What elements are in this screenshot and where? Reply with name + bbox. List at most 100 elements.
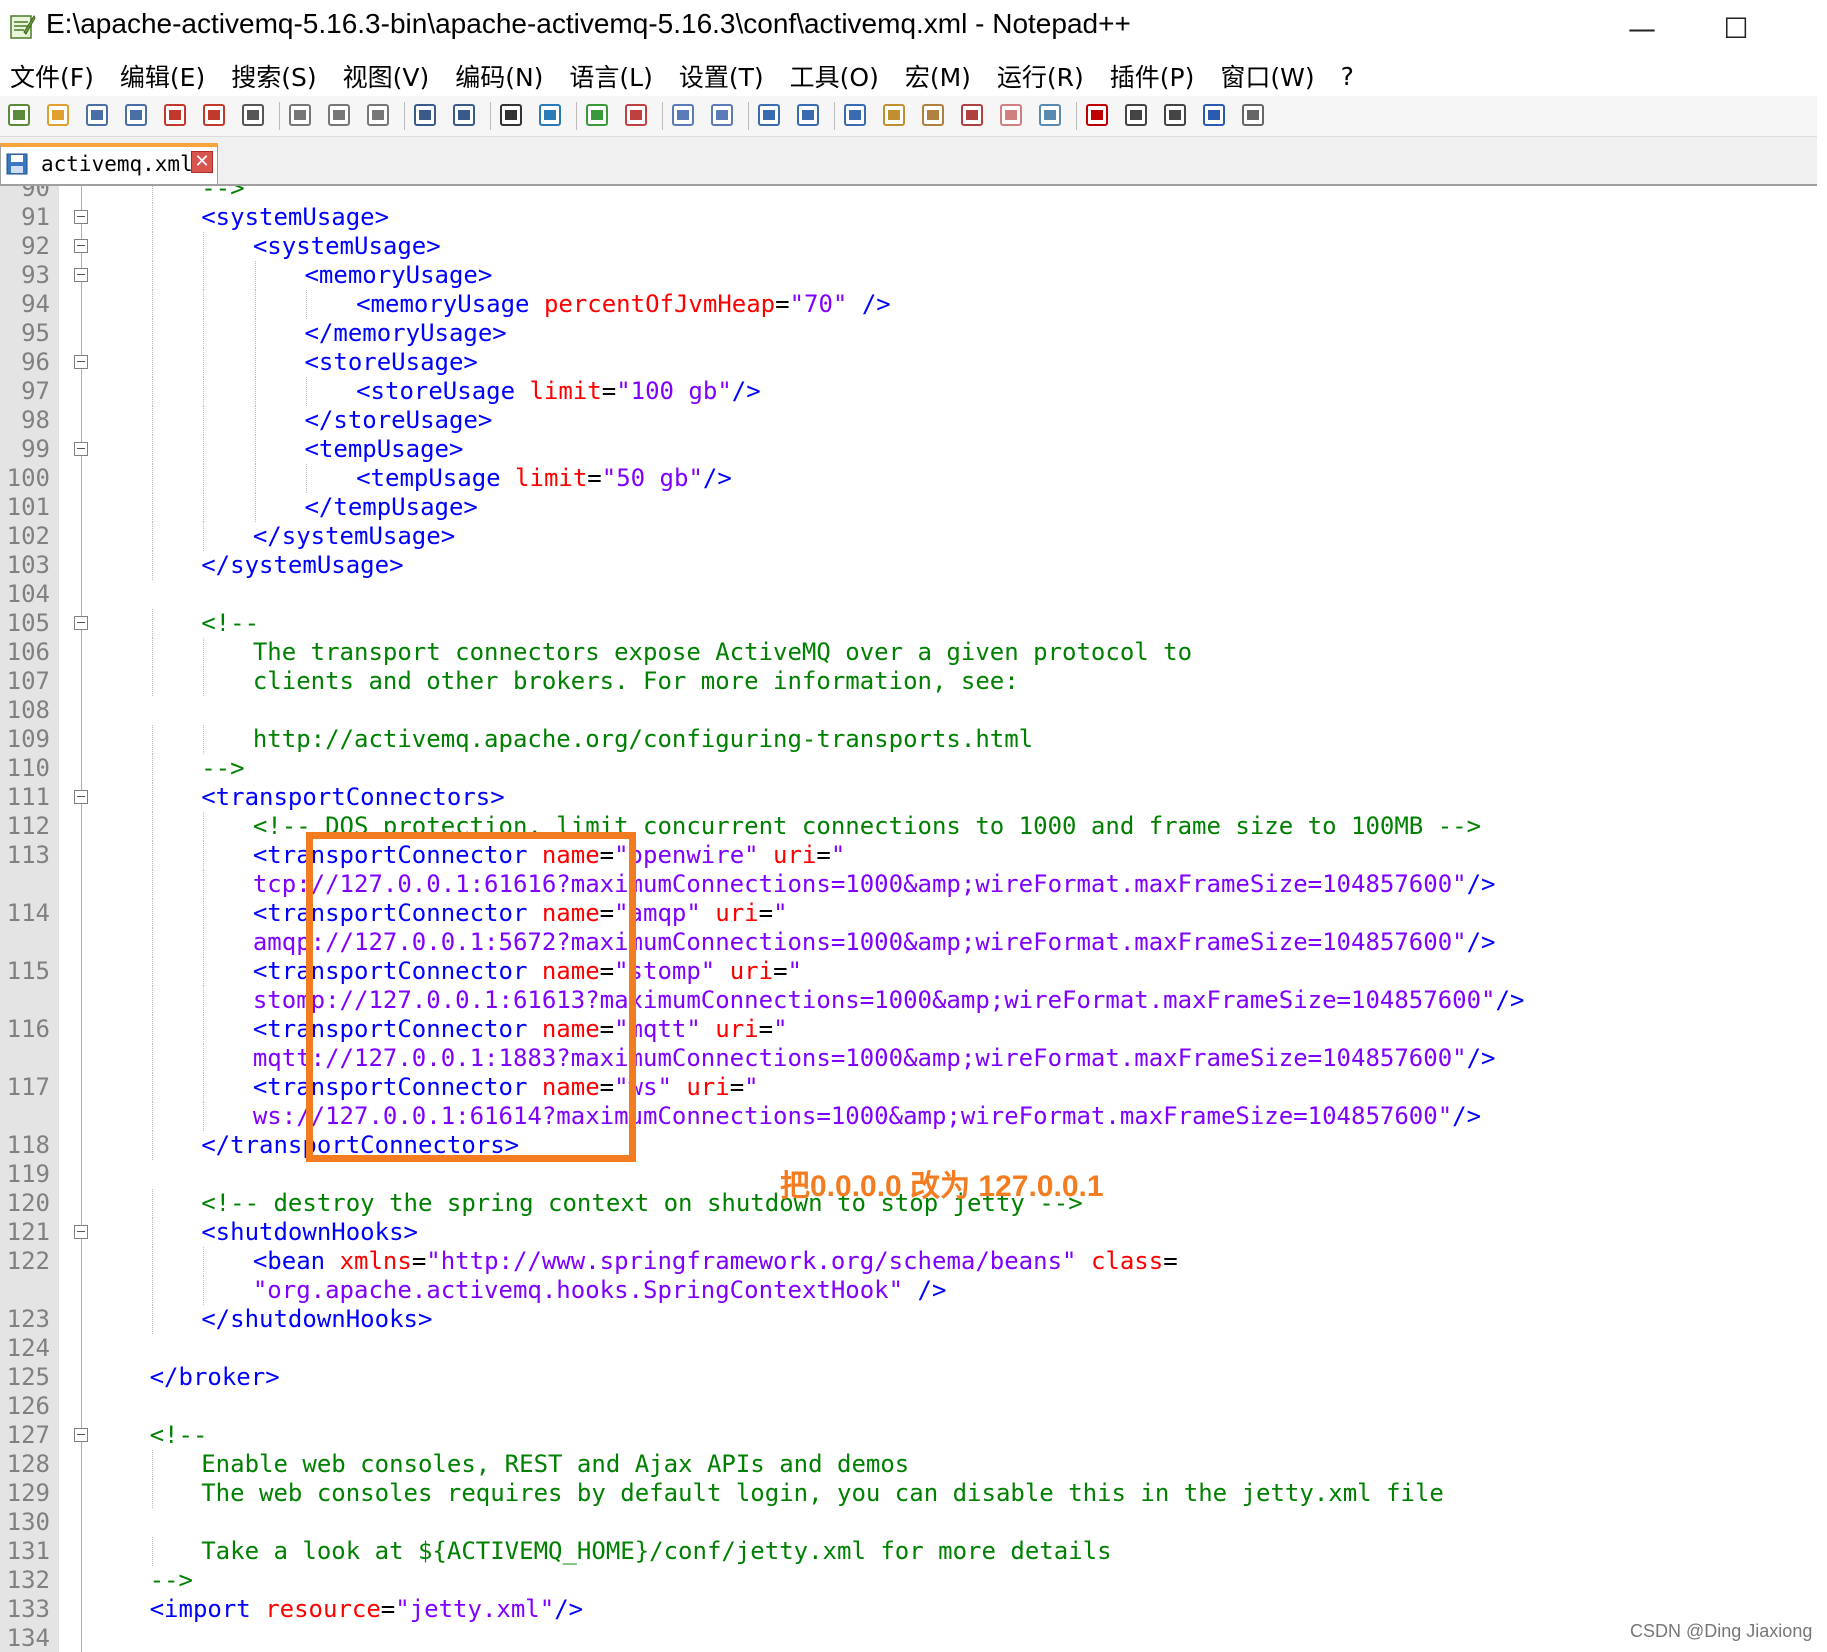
sync-vertical-icon[interactable] [668, 100, 698, 130]
open-file-icon[interactable] [43, 100, 73, 130]
code-line[interactable]: 102 </systemUsage> [0, 522, 1827, 551]
copy-icon[interactable] [324, 100, 354, 130]
code-line[interactable]: 97 <storeUsage limit="100 gb"/> [0, 377, 1827, 406]
code-line[interactable]: 100 <tempUsage limit="50 gb"/> [0, 464, 1827, 493]
fold-toggle-icon[interactable] [74, 790, 88, 804]
fold-toggle-icon[interactable] [74, 210, 88, 224]
code-line[interactable]: 108 [0, 696, 1827, 725]
menu-item[interactable]: 工具(O) [790, 58, 879, 94]
code-line[interactable]: 125 </broker> [0, 1363, 1827, 1392]
find-icon[interactable] [496, 100, 526, 130]
code-line[interactable]: 98 </storeUsage> [0, 406, 1827, 435]
code-line[interactable]: 116 <transportConnector name="mqtt" uri=" [0, 1015, 1827, 1044]
code-line[interactable]: 121 <shutdownHooks> [0, 1218, 1827, 1247]
play-macro-icon[interactable] [1160, 100, 1190, 130]
code-line[interactable]: 114 <transportConnector name="amqp" uri=" [0, 899, 1827, 928]
undo-icon[interactable] [410, 100, 440, 130]
code-line[interactable]: 132 --> [0, 1566, 1827, 1595]
code-line[interactable]: 123 </shutdownHooks> [0, 1305, 1827, 1334]
redo-icon[interactable] [449, 100, 479, 130]
menu-item[interactable]: 视图(V) [343, 58, 430, 94]
show-all-chars-icon[interactable] [793, 100, 823, 130]
fold-toggle-icon[interactable] [74, 1225, 88, 1239]
code-line[interactable]: "org.apache.activemq.hooks.SpringContext… [0, 1276, 1827, 1305]
code-line[interactable]: 92 <systemUsage> [0, 232, 1827, 261]
print-icon[interactable] [238, 100, 268, 130]
record-macro-icon[interactable] [1082, 100, 1112, 130]
code-line[interactable]: 134 [0, 1624, 1827, 1652]
code-line[interactable]: 118 </transportConnectors> [0, 1131, 1827, 1160]
replace-icon[interactable] [535, 100, 565, 130]
code-line[interactable]: 105 <!-- [0, 609, 1827, 638]
doc-map-icon[interactable] [918, 100, 948, 130]
fold-toggle-icon[interactable] [74, 442, 88, 456]
code-line[interactable]: ws://127.0.0.1:61614?maximumConnections=… [0, 1102, 1827, 1131]
code-line[interactable]: 133 <import resource="jetty.xml"/> [0, 1595, 1827, 1624]
code-line[interactable]: 94 <memoryUsage percentOfJvmHeap="70" /> [0, 290, 1827, 319]
close-icon[interactable] [160, 100, 190, 130]
zoom-in-icon[interactable] [582, 100, 612, 130]
tab-close-icon[interactable]: ✕ [191, 151, 213, 173]
minimize-button[interactable]: — [1612, 6, 1672, 50]
code-line[interactable]: 117 <transportConnector name="ws" uri=" [0, 1073, 1827, 1102]
save-all-icon[interactable] [121, 100, 151, 130]
code-line[interactable]: 112 <!-- DOS protection, limit concurrent… [0, 812, 1827, 841]
run-macro-multiple-icon[interactable] [1199, 100, 1229, 130]
indent-guide-icon[interactable] [840, 100, 870, 130]
close-all-icon[interactable] [199, 100, 229, 130]
new-file-icon[interactable] [4, 100, 34, 130]
save-macro-icon[interactable] [1238, 100, 1268, 130]
code-line[interactable]: 131 Take a look at ${ACTIVEMQ_HOME}/conf/… [0, 1537, 1827, 1566]
code-line[interactable]: 115 <transportConnector name="stomp" uri=… [0, 957, 1827, 986]
menu-item[interactable]: 设置(T) [679, 58, 764, 94]
code-line[interactable]: 91 <systemUsage> [0, 203, 1827, 232]
code-line[interactable]: 127 <!-- [0, 1421, 1827, 1450]
code-line[interactable]: 130 [0, 1508, 1827, 1537]
menu-item[interactable]: 宏(M) [905, 58, 971, 94]
tab-activemq-xml[interactable]: activemq.xml ✕ [0, 143, 218, 184]
code-editor[interactable]: 90 --> 91 <systemUsage> 92 <systemUsage> 93 <me… [0, 186, 1827, 1652]
code-line[interactable]: 111 <transportConnectors> [0, 783, 1827, 812]
zoom-out-icon[interactable] [621, 100, 651, 130]
code-line[interactable]: 124 [0, 1334, 1827, 1363]
fold-toggle-icon[interactable] [74, 268, 88, 282]
paste-icon[interactable] [363, 100, 393, 130]
code-line[interactable]: 122 <bean xmlns="http://www.springframewo… [0, 1247, 1827, 1276]
code-line[interactable]: 104 [0, 580, 1827, 609]
code-line[interactable]: 126 [0, 1392, 1827, 1421]
code-line[interactable]: 101 </tempUsage> [0, 493, 1827, 522]
menu-item[interactable]: 搜索(S) [231, 58, 316, 94]
fold-toggle-icon[interactable] [74, 355, 88, 369]
code-line[interactable]: 107 clients and other brokers. For more i… [0, 667, 1827, 696]
code-line[interactable]: 110 --> [0, 754, 1827, 783]
menu-item[interactable]: 运行(R) [997, 58, 1084, 94]
udl-icon[interactable] [879, 100, 909, 130]
maximize-button[interactable]: ☐ [1706, 6, 1766, 50]
menu-item[interactable]: 编辑(E) [120, 58, 205, 94]
code-line[interactable]: 96 <storeUsage> [0, 348, 1827, 377]
code-line[interactable]: 103 </systemUsage> [0, 551, 1827, 580]
code-line[interactable]: 93 <memoryUsage> [0, 261, 1827, 290]
code-line[interactable]: 109 http://activemq.apache.org/configurin… [0, 725, 1827, 754]
menu-item[interactable]: 文件(F) [10, 58, 94, 94]
code-line[interactable]: 128 Enable web consoles, REST and Ajax AP… [0, 1450, 1827, 1479]
code-line[interactable]: 99 <tempUsage> [0, 435, 1827, 464]
menu-item[interactable]: 编码(N) [455, 58, 543, 94]
function-list-icon[interactable] [957, 100, 987, 130]
stop-macro-icon[interactable] [1121, 100, 1151, 130]
code-line[interactable]: 113 <transportConnector name="openwire" u… [0, 841, 1827, 870]
menu-item[interactable]: 插件(P) [1110, 58, 1195, 94]
menu-item[interactable]: ? [1341, 62, 1354, 91]
fold-toggle-icon[interactable] [74, 616, 88, 630]
menu-item[interactable]: 窗口(W) [1220, 58, 1314, 94]
cut-icon[interactable] [285, 100, 315, 130]
monitor-icon[interactable] [1035, 100, 1065, 130]
code-line[interactable]: 90 --> [0, 186, 1827, 203]
code-line[interactable]: amqp://127.0.0.1:5672?maximumConnections… [0, 928, 1827, 957]
code-line[interactable]: 129 The web consoles requires by default … [0, 1479, 1827, 1508]
code-line[interactable]: 95 </memoryUsage> [0, 319, 1827, 348]
code-line[interactable]: mqtt://127.0.0.1:1883?maximumConnections… [0, 1044, 1827, 1073]
save-icon[interactable] [82, 100, 112, 130]
code-line[interactable]: stomp://127.0.0.1:61613?maximumConnectio… [0, 986, 1827, 1015]
word-wrap-icon[interactable] [754, 100, 784, 130]
